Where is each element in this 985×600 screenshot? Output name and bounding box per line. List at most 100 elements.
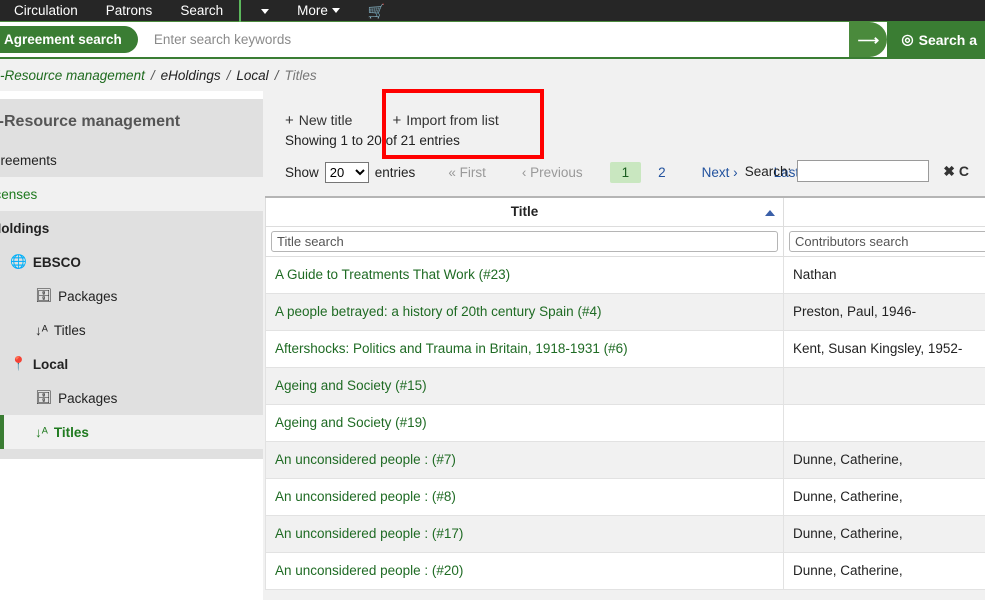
table-search-filter: Search: ✖ C [745, 160, 969, 182]
sidebar-item-ebsco-titles[interactable]: ↓​ᴬ Titles [0, 313, 263, 347]
nav-item-search[interactable]: Search [166, 0, 237, 22]
sidebar-item-label: Local [33, 357, 68, 372]
nav-item-more-label: More [297, 3, 328, 18]
new-title-label: New title [299, 112, 353, 128]
cell-contributors: Dunne, Catherine, [784, 478, 985, 515]
title-link[interactable]: A people betrayed: a history of 20th cen… [275, 304, 601, 319]
search-submit-button[interactable]: ⟶ [849, 22, 887, 57]
sidebar-item-label: Packages [58, 391, 117, 406]
column-header-title[interactable]: Title [266, 197, 784, 226]
title-link[interactable]: Ageing and Society (#15) [275, 378, 427, 393]
table-row[interactable]: A people betrayed: a history of 20th cen… [266, 293, 985, 330]
table-row[interactable]: An unconsidered people : (#7) Dunne, Cath… [266, 441, 985, 478]
contributors-search-input[interactable] [789, 231, 985, 252]
pagination-previous-button[interactable]: ‹ Previous [513, 163, 592, 182]
map-pin-icon: 📍 [10, 356, 27, 372]
table-row[interactable]: An unconsidered people : (#17) Dunne, Cat… [266, 515, 985, 552]
cell-title: An unconsidered people : (#17) [266, 515, 784, 552]
sidebar-heading-label: eHoldings [0, 221, 49, 236]
table-row[interactable]: Ageing and Society (#15) [266, 367, 985, 404]
nav-item-circulation[interactable]: Circulation [0, 0, 92, 22]
breadcrumb-separator: / [227, 68, 231, 83]
import-from-list-label: Import from list [406, 112, 499, 128]
sidebar-title: E-Resource management [0, 99, 263, 143]
x-icon: ✖ [943, 163, 955, 179]
breadcrumb-item-local[interactable]: Local [236, 68, 268, 83]
import-from-list-button[interactable]: + Import from list [392, 108, 516, 133]
pagination-previous-label: Previous [530, 165, 583, 180]
pagination-first-button[interactable]: « First [439, 163, 495, 182]
cell-contributors: Dunne, Catherine, [784, 441, 985, 478]
sort-alpha-icon: ↓​ᴬ [35, 425, 48, 440]
show-entries-label: Show [285, 165, 319, 180]
breadcrumb-separator: / [275, 68, 279, 83]
title-link[interactable]: An unconsidered people : (#17) [275, 526, 463, 541]
table-search-input[interactable] [797, 160, 929, 182]
breadcrumb: E-Resource management / eHoldings / Loca… [0, 59, 985, 91]
sidebar-group-ebsco[interactable]: 🌐 EBSCO [0, 245, 263, 279]
check-circle-icon: ◎ [901, 31, 913, 48]
cell-contributors [784, 404, 985, 441]
cell-title: An unconsidered people : (#8) [266, 478, 784, 515]
column-header-title-label: Title [511, 204, 539, 219]
title-link[interactable]: Ageing and Society (#19) [275, 415, 427, 430]
sort-alpha-icon: ↓​ᴬ [35, 323, 48, 338]
search-all-libraries-button[interactable]: ◎ Search a [887, 21, 985, 58]
plus-icon: + [392, 112, 401, 129]
breadcrumb-item-eholdings[interactable]: eHoldings [161, 68, 221, 83]
clear-filter-button[interactable]: ✖ C [943, 163, 969, 180]
new-title-button[interactable]: + New title [285, 108, 370, 133]
cell-title: An unconsidered people : (#7) [266, 441, 784, 478]
agreement-search-scope-button[interactable]: Agreement search [0, 26, 138, 53]
breadcrumb-item-eresource-management[interactable]: E-Resource management [0, 68, 145, 83]
globe-icon: 🌐 [10, 254, 27, 270]
chevron-down-icon [261, 9, 269, 14]
sidebar-item-agreements[interactable]: Agreements [0, 143, 263, 177]
sidebar-item-label: EBSCO [33, 255, 81, 270]
pagination-page-1[interactable]: 1 [610, 162, 642, 183]
entries-count-text: Showing 1 to 20 of 21 entries [263, 133, 985, 148]
titles-table-container[interactable]: Title Contributors A Gu [265, 196, 985, 590]
breadcrumb-separator: / [151, 68, 155, 83]
title-search-input[interactable] [271, 231, 778, 252]
nav-dropdown-toggle[interactable] [243, 0, 283, 22]
table-row[interactable]: An unconsidered people : (#8) Dunne, Cath… [266, 478, 985, 515]
title-link[interactable]: An unconsidered people : (#20) [275, 563, 463, 578]
page-size-select[interactable]: 201050100 [325, 162, 369, 183]
sidebar-item-local-packages[interactable]: 🗄 Packages [0, 381, 263, 415]
table-row[interactable]: Ageing and Society (#19) [266, 404, 985, 441]
sidebar-group-local[interactable]: 📍 Local [0, 347, 263, 381]
cell-title: Ageing and Society (#15) [266, 367, 784, 404]
table-header-row: Title Contributors [266, 197, 985, 226]
column-filter-cell-contributors [784, 226, 985, 256]
table-row[interactable]: Aftershocks: Politics and Trauma in Brit… [266, 330, 985, 367]
pagination-next-button[interactable]: Next › [693, 163, 747, 182]
search-input[interactable] [138, 25, 850, 55]
sidebar-item-local-titles[interactable]: ↓​ᴬ Titles [0, 415, 263, 449]
chevron-down-icon [332, 8, 340, 13]
nav-item-more[interactable]: More [283, 0, 354, 22]
title-link[interactable]: A Guide to Treatments That Work (#23) [275, 267, 510, 282]
table-body: A Guide to Treatments That Work (#23)Nat… [266, 256, 985, 589]
pagination-next-label: Next [702, 165, 730, 180]
column-header-contributors[interactable]: Contributors [784, 197, 985, 226]
sidebar: E-Resource management Agreements License… [0, 99, 263, 459]
title-link[interactable]: An unconsidered people : (#8) [275, 489, 456, 504]
package-icon: 🗄 [35, 288, 52, 304]
cell-contributors: Dunne, Catherine, [784, 515, 985, 552]
top-navigation-bar: Circulation Patrons Search More 🛒 [0, 0, 985, 22]
title-link[interactable]: Aftershocks: Politics and Trauma in Brit… [275, 341, 628, 356]
sort-ascending-icon [765, 210, 775, 216]
pagination-page-2[interactable]: 2 [649, 163, 675, 182]
title-link[interactable]: An unconsidered people : (#7) [275, 452, 456, 467]
cell-title: A people betrayed: a history of 20th cen… [266, 293, 784, 330]
table-row[interactable]: A Guide to Treatments That Work (#23)Nat… [266, 256, 985, 293]
cell-title: A Guide to Treatments That Work (#23) [266, 256, 784, 293]
shopping-cart-icon[interactable]: 🛒 [354, 0, 399, 22]
cell-title: Ageing and Society (#19) [266, 404, 784, 441]
nav-item-patrons[interactable]: Patrons [92, 0, 167, 22]
sidebar-item-licenses[interactable]: Licenses [0, 177, 263, 211]
table-row[interactable]: An unconsidered people : (#20)Dunne, Cat… [266, 552, 985, 589]
plus-icon: + [285, 112, 294, 129]
sidebar-item-ebsco-packages[interactable]: 🗄 Packages [0, 279, 263, 313]
